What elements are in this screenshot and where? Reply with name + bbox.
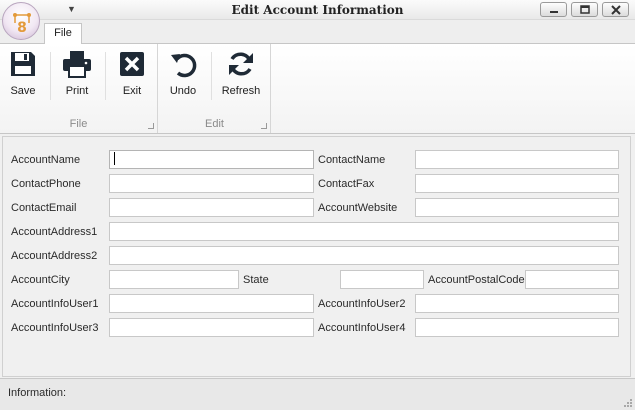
account-city-label: AccountCity xyxy=(11,274,70,286)
account-name-label: AccountName xyxy=(11,154,81,166)
application-menu-button[interactable]: 8 xyxy=(2,2,40,40)
maximize-button[interactable] xyxy=(571,2,598,17)
account-info-user2-input[interactable] xyxy=(415,294,619,313)
group-launcher-icon[interactable] xyxy=(148,123,154,129)
refresh-icon xyxy=(229,52,253,76)
app-logo-icon: 8 xyxy=(13,13,31,35)
contact-fax-input[interactable] xyxy=(415,174,619,193)
title-bar: ▼ Edit Account Information xyxy=(0,0,635,20)
contact-name-label: ContactName xyxy=(318,154,386,166)
account-website-label: AccountWebsite xyxy=(318,202,398,214)
resize-grip-icon[interactable] xyxy=(624,399,632,407)
exit-button[interactable]: Exit xyxy=(112,50,152,102)
status-bar: Information: xyxy=(0,378,635,410)
ribbon-group-file: Save Print Exit File xyxy=(0,44,158,133)
ribbon-group-edit: Undo Refresh Edit xyxy=(159,44,271,133)
exit-button-label: Exit xyxy=(122,85,142,97)
undo-icon xyxy=(171,53,197,78)
account-postal-code-input[interactable] xyxy=(525,270,619,289)
account-info-user1-label: AccountInfoUser1 xyxy=(11,298,99,310)
account-city-input[interactable] xyxy=(109,270,239,289)
undo-button[interactable]: Undo xyxy=(165,50,201,102)
contact-phone-input[interactable] xyxy=(109,174,314,193)
state-label: State xyxy=(243,274,269,286)
ribbon-group-edit-label: Edit xyxy=(205,118,224,130)
ribbon-separator xyxy=(105,52,106,100)
minimize-icon xyxy=(550,11,558,13)
exit-icon xyxy=(120,52,144,76)
account-info-user1-input[interactable] xyxy=(109,294,314,313)
account-info-user3-label: AccountInfoUser3 xyxy=(11,322,99,334)
contact-fax-label: ContactFax xyxy=(318,178,375,190)
account-address2-label: AccountAddress2 xyxy=(11,250,98,262)
account-info-user4-label: AccountInfoUser4 xyxy=(318,322,406,334)
refresh-button-label: Refresh xyxy=(221,85,261,97)
ribbon-separator xyxy=(50,52,51,100)
print-button[interactable]: Print xyxy=(56,50,98,102)
status-information-label: Information: xyxy=(8,387,67,399)
contact-email-label: ContactEmail xyxy=(11,202,77,214)
group-launcher-icon[interactable] xyxy=(261,123,267,129)
print-button-label: Print xyxy=(65,85,89,97)
ribbon-separator xyxy=(211,52,212,100)
ribbon: Save Print Exit File Undo Refresh Edit xyxy=(0,43,635,134)
contact-email-input[interactable] xyxy=(109,198,314,217)
text-caret xyxy=(114,152,115,165)
account-postal-code-label: AccountPostalCode xyxy=(428,274,525,286)
account-name-input[interactable] xyxy=(109,150,314,169)
account-info-user4-input[interactable] xyxy=(415,318,619,337)
account-address2-input[interactable] xyxy=(109,246,619,265)
refresh-button[interactable]: Refresh xyxy=(217,50,265,102)
account-address1-input[interactable] xyxy=(109,222,619,241)
save-button-label: Save xyxy=(10,85,36,97)
account-website-input[interactable] xyxy=(415,198,619,217)
contact-name-input[interactable] xyxy=(415,150,619,169)
account-info-user3-input[interactable] xyxy=(109,318,314,337)
close-icon xyxy=(611,5,621,15)
tab-file[interactable]: File xyxy=(44,23,82,44)
save-icon xyxy=(11,52,35,76)
ribbon-tab-strip: File xyxy=(0,20,635,44)
close-button[interactable] xyxy=(602,2,629,17)
account-info-user2-label: AccountInfoUser2 xyxy=(318,298,406,310)
save-button[interactable]: Save xyxy=(3,50,43,102)
undo-button-label: Undo xyxy=(169,85,197,97)
minimize-button[interactable] xyxy=(540,2,567,17)
ribbon-group-file-label: File xyxy=(69,118,88,130)
contact-phone-label: ContactPhone xyxy=(11,178,81,190)
state-input[interactable] xyxy=(340,270,424,289)
maximize-icon xyxy=(580,5,590,14)
app-logo-text: 8 xyxy=(17,20,27,35)
print-icon xyxy=(63,51,91,78)
account-address1-label: AccountAddress1 xyxy=(11,226,98,238)
